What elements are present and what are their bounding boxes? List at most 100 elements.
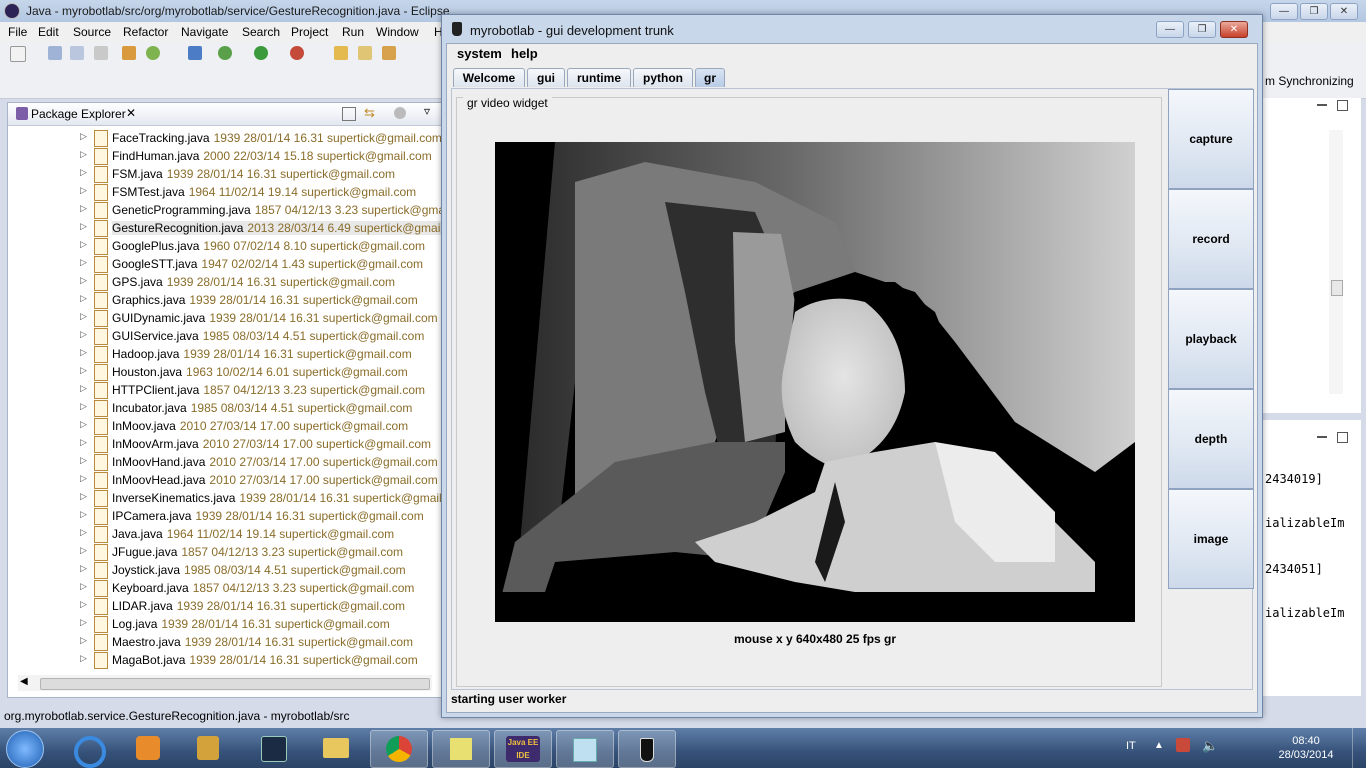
menu-file[interactable]: File [8,25,27,39]
menu-project[interactable]: Project [291,25,328,39]
expand-arrow-icon[interactable]: ▷ [80,203,87,214]
menu-run[interactable]: Run [342,25,364,39]
tab-gui[interactable]: gui [527,68,565,87]
expand-arrow-icon[interactable]: ▷ [80,545,87,556]
list-item[interactable]: ▷ MagaBot.java 1939 28/01/14 16.31 superti… [8,651,442,669]
menu-window[interactable]: Window [376,25,419,39]
expand-arrow-icon[interactable]: ▷ [80,635,87,646]
open-folder-icon[interactable] [358,46,372,60]
list-item[interactable]: ▷ IPCamera.java 1939 28/01/14 16.31 supert… [8,507,442,525]
expand-arrow-icon[interactable]: ▷ [80,491,87,502]
expand-arrow-icon[interactable]: ▷ [80,347,87,358]
expand-arrow-icon[interactable]: ▷ [80,293,87,304]
minimize-console-icon[interactable] [1317,436,1327,438]
debug-tool-icon[interactable] [188,46,202,60]
menu-search[interactable]: Search [242,25,280,39]
file-explorer-icon[interactable] [308,730,364,766]
collapse-all-icon[interactable] [342,107,356,121]
start-button[interactable] [6,730,44,768]
expand-arrow-icon[interactable]: ▷ [80,563,87,574]
mrl-maximize-button[interactable]: ❐ [1188,21,1216,38]
minimize-view-icon[interactable] [1317,104,1327,106]
java-ee-ide-icon[interactable]: Java EE IDE [494,730,552,768]
show-hidden-icons-icon[interactable]: ▲ [1154,740,1164,751]
expand-arrow-icon[interactable]: ▷ [80,149,87,160]
horizontal-scrollbar[interactable]: ◀ [18,675,432,691]
list-item[interactable]: ▷ FSM.java 1939 28/01/14 16.31 supertick@g… [8,165,442,183]
system-clock[interactable]: 08:40 28/03/2014 [1276,734,1336,762]
show-desktop-button[interactable] [1352,728,1366,768]
capture-button[interactable]: capture [1168,89,1254,189]
vertical-scrollbar-thumb[interactable] [1331,280,1343,296]
scroll-left-icon[interactable]: ◀ [20,676,28,687]
maximize-view-icon[interactable] [1337,100,1348,111]
list-item[interactable]: ▷ Keyboard.java 1857 04/12/13 3.23 superti… [8,579,442,597]
open-type-icon[interactable] [334,46,348,60]
expand-arrow-icon[interactable]: ▷ [80,419,87,430]
list-item[interactable]: ▷ JFugue.java 1857 04/12/13 3.23 supertick… [8,543,442,561]
volume-icon[interactable]: 🔈 [1202,738,1218,754]
package-icon[interactable] [122,46,136,60]
external-tools-icon[interactable] [290,46,304,60]
menu-navigate[interactable]: Navigate [181,25,228,39]
internet-explorer-icon[interactable] [62,730,118,768]
list-item[interactable]: ▷ InMoovHead.java 2010 27/03/14 17.00 supe… [8,471,442,489]
save-icon[interactable] [48,46,62,60]
close-button[interactable]: ✕ [1330,3,1358,20]
record-button[interactable]: record [1168,189,1254,289]
expand-arrow-icon[interactable]: ▷ [80,257,87,268]
debug-icon[interactable] [218,46,232,60]
list-item[interactable]: ▷ Houston.java 1963 10/02/14 6.01 supertic… [8,363,442,381]
expand-arrow-icon[interactable]: ▷ [80,383,87,394]
expand-arrow-icon[interactable]: ▷ [80,473,87,484]
save-all-icon[interactable] [70,46,84,60]
list-item[interactable]: ▷ InverseKinematics.java 1939 28/01/14 16.… [8,489,442,507]
expand-arrow-icon[interactable]: ▷ [80,239,87,250]
list-item[interactable]: ▷ GPS.java 1939 28/01/14 16.31 supertick@g… [8,273,442,291]
list-item[interactable]: ▷ Joystick.java 1985 08/03/14 4.51 superti… [8,561,442,579]
tool-icon[interactable] [180,730,236,766]
chrome-icon[interactable] [370,730,428,768]
menu-system[interactable]: system [457,46,502,61]
depth-button[interactable]: depth [1168,389,1254,489]
mrl-minimize-button[interactable]: — [1156,21,1184,38]
list-item[interactable]: ▷ GoogleSTT.java 1947 02/02/14 1.43 supert… [8,255,442,273]
vertical-scrollbar[interactable] [1329,130,1343,394]
expand-arrow-icon[interactable]: ▷ [80,167,87,178]
maximize-console-icon[interactable] [1337,432,1348,443]
tab-python[interactable]: python [633,68,693,87]
notepad-icon[interactable] [556,730,614,768]
list-item[interactable]: ▷ FSMTest.java 1964 11/02/14 19.14 superti… [8,183,442,201]
expand-arrow-icon[interactable]: ▷ [80,329,87,340]
list-item[interactable]: ▷ Graphics.java 1939 28/01/14 16.31 supert… [8,291,442,309]
list-item[interactable]: ▷ GeneticProgramming.java 1857 04/12/13 3.… [8,201,442,219]
view-menu-icon[interactable] [394,107,406,119]
close-view-icon[interactable]: ✕ [126,106,136,120]
terminal-icon[interactable] [246,730,302,766]
expand-arrow-icon[interactable]: ▷ [80,131,87,142]
maximize-button[interactable]: ❐ [1300,3,1328,20]
expand-arrow-icon[interactable]: ▷ [80,581,87,592]
language-indicator[interactable]: IT [1126,740,1136,752]
expand-arrow-icon[interactable]: ▷ [80,527,87,538]
list-item[interactable]: ▷ InMoov.java 2010 27/03/14 17.00 supertic… [8,417,442,435]
expand-arrow-icon[interactable]: ▷ [80,653,87,664]
expand-arrow-icon[interactable]: ▷ [80,455,87,466]
expand-arrow-icon[interactable]: ▷ [80,401,87,412]
minimize-button[interactable]: — [1270,3,1298,20]
list-item[interactable]: ▷ GooglePlus.java 1960 07/02/14 8.10 super… [8,237,442,255]
mrl-close-button[interactable]: ✕ [1220,21,1248,38]
list-item[interactable]: ▷ Java.java 1964 11/02/14 19.14 supertick@… [8,525,442,543]
list-item[interactable]: ▷ InMoovArm.java 2010 27/03/14 17.00 super… [8,435,442,453]
list-item[interactable]: ▷ FaceTracking.java 1939 28/01/14 16.31 su… [8,129,442,147]
menu-refactor[interactable]: Refactor [123,25,168,39]
list-item[interactable]: ▷ HTTPClient.java 1857 04/12/13 3.23 super… [8,381,442,399]
expand-arrow-icon[interactable]: ▷ [80,617,87,628]
list-item[interactable]: ▷ InMoovHand.java 2010 27/03/14 17.00 supe… [8,453,442,471]
expand-arrow-icon[interactable]: ▷ [80,311,87,322]
run-icon[interactable] [254,46,268,60]
myrobotlab-task-icon[interactable] [618,730,676,768]
playback-button[interactable]: playback [1168,289,1254,389]
new-file-icon[interactable] [10,46,26,62]
expand-arrow-icon[interactable]: ▷ [80,275,87,286]
